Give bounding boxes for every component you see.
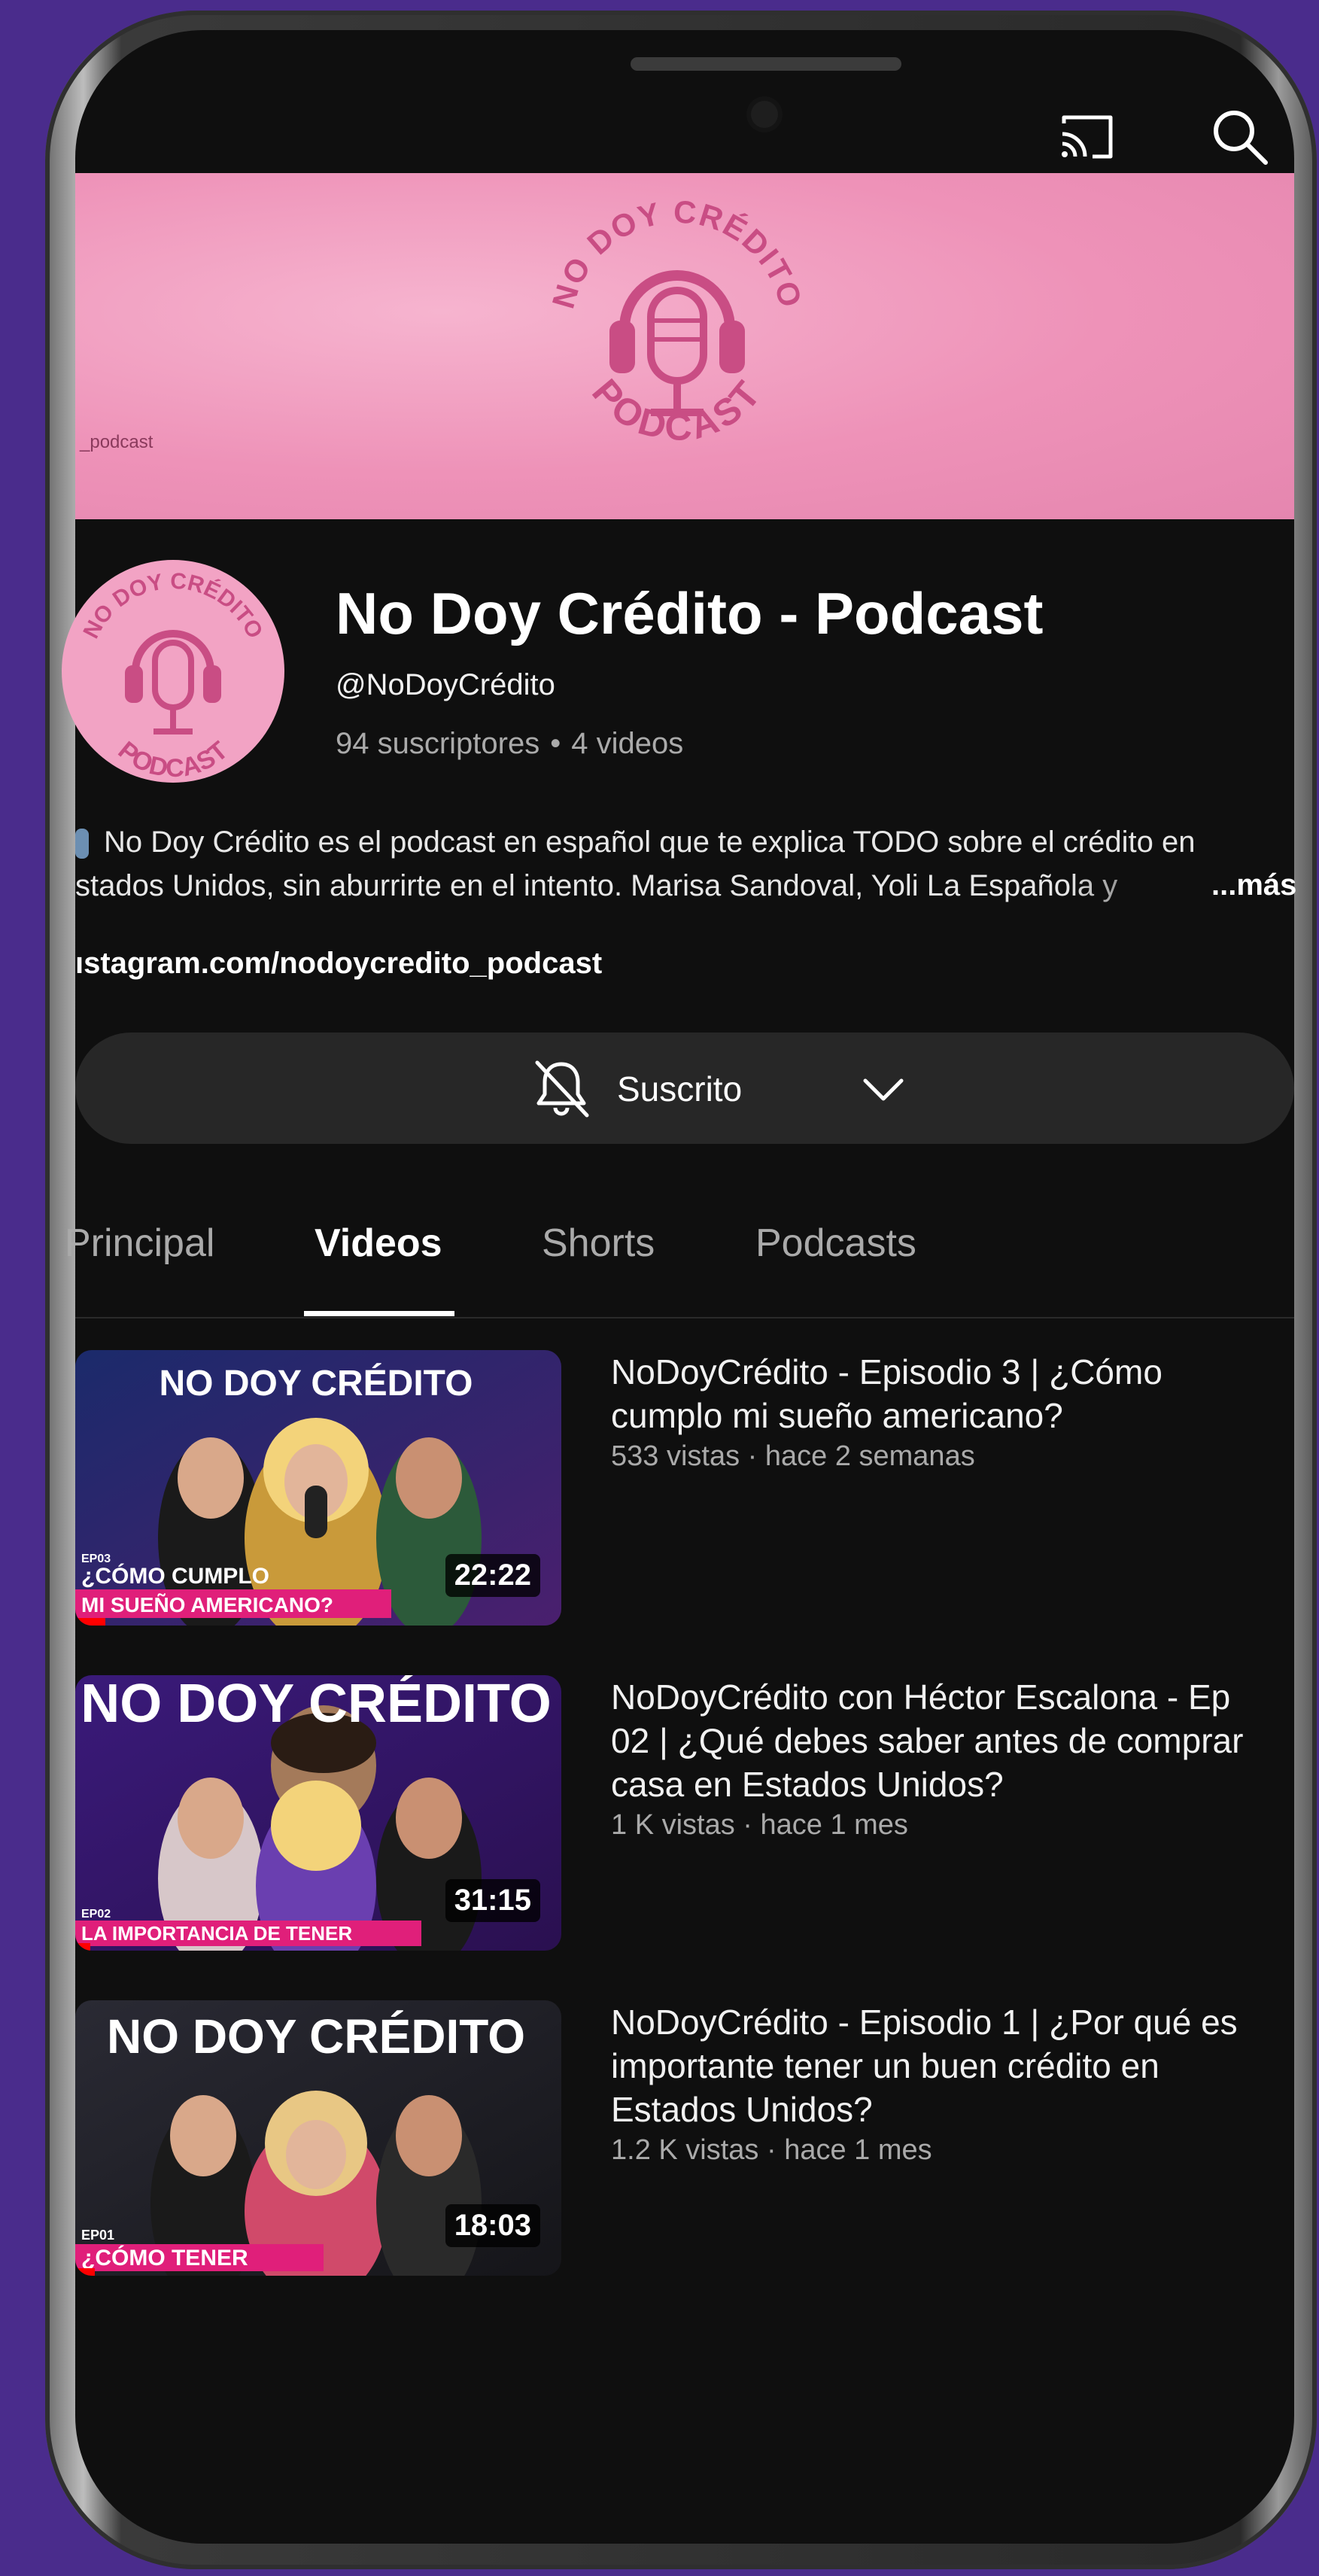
video-duration: 18:03 xyxy=(445,2204,540,2247)
channel-name: No Doy Crédito - Podcast xyxy=(336,580,1044,646)
speaker-grille xyxy=(631,57,901,71)
description-line-2: stados Unidos, sin aburrirte en el inten… xyxy=(75,869,1118,902)
video-count: 4 videos xyxy=(571,727,684,760)
video-info[interactable]: NoDoyCrédito con Héctor Escalona - Ep 02… xyxy=(611,1675,1273,1844)
microphone-emoji-icon xyxy=(75,829,89,859)
video-title: NoDoyCrédito - Episodio 1 | ¿Por qué es … xyxy=(611,2003,1238,2129)
description-more-link[interactable]: ...más xyxy=(1211,868,1296,902)
subscriber-count: 94 suscriptores xyxy=(336,727,540,760)
banner-podcast-logo: NO DOY CRÉDITO PODCAST xyxy=(546,193,810,449)
channel-avatar[interactable]: NO DOY CRÉDITO PODCAST xyxy=(60,558,286,784)
watch-progress-bar xyxy=(75,1943,90,1951)
watch-progress-bar xyxy=(75,1618,105,1626)
video-list-item[interactable]: NO DOY CRÉDITO EP01 ¿CÓMO TENER 18:03 No… xyxy=(75,2000,1294,2279)
thumbnail-banner-text: NO DOY CRÉDITO xyxy=(160,1363,473,1404)
channel-tabs: Principal Videos Shorts Podcasts xyxy=(65,1212,1294,1318)
video-thumbnail[interactable]: NO DOY CRÉDITO EP03 ¿CÓMO CUMPLO MI SUEÑ… xyxy=(75,1350,561,1626)
thumbnail-episode: EP02 xyxy=(81,1908,111,1921)
thumbnail-caption-2: MI SUEÑO AMERICANO? xyxy=(81,1593,333,1616)
tab-shorts[interactable]: Shorts xyxy=(542,1221,655,1266)
cast-icon[interactable] xyxy=(1050,101,1123,173)
thumbnail-episode: EP01 xyxy=(81,2228,114,2243)
video-duration: 22:22 xyxy=(445,1554,540,1597)
watch-progress-bar xyxy=(75,2268,95,2276)
channel-external-link[interactable]: ıstagram.com/nodoycredito_podcast xyxy=(75,947,602,981)
banner-logo-top-text: NO DOY CRÉDITO xyxy=(546,193,808,312)
video-meta: 1.2 K vistas · hace 1 mes xyxy=(611,2134,932,2166)
video-info[interactable]: NoDoyCrédito - Episodio 1 | ¿Por qué es … xyxy=(611,2000,1273,2169)
thumbnail-banner-text: NO DOY CRÉDITO xyxy=(107,2009,525,2064)
thumbnail-banner-text: NO DOY CRÉDITO xyxy=(81,1675,551,1734)
subscribed-label: Suscrito xyxy=(617,1069,743,1109)
tab-podcasts[interactable]: Podcasts xyxy=(755,1221,916,1266)
bell-off-icon xyxy=(535,1060,589,1118)
video-duration: 31:15 xyxy=(445,1879,540,1922)
video-meta: 533 vistas · hace 2 semanas xyxy=(611,1440,975,1472)
tab-videos[interactable]: Videos xyxy=(315,1221,442,1266)
active-tab-indicator xyxy=(304,1311,454,1316)
video-title: NoDoyCrédito - Episodio 3 | ¿Cómo cumplo… xyxy=(611,1352,1162,1435)
search-icon[interactable] xyxy=(1204,101,1276,173)
video-list-item[interactable]: NO DOY CRÉDITO EP02 LA IMPORTANCIA DE TE… xyxy=(75,1675,1294,1954)
description-line-1: No Doy Crédito es el podcast en español … xyxy=(75,820,1294,864)
channel-description[interactable]: No Doy Crédito es el podcast en español … xyxy=(75,820,1294,908)
video-title: NoDoyCrédito con Héctor Escalona - Ep 02… xyxy=(611,1677,1244,1804)
chevron-down-icon xyxy=(863,1078,904,1101)
channel-stats: 94 suscriptores • 4 videos xyxy=(336,727,683,761)
banner-side-text: _podcast xyxy=(80,432,153,452)
channel-handle: @NoDoyCrédito xyxy=(336,668,555,701)
video-info[interactable]: NoDoyCrédito - Episodio 3 | ¿Cómo cumplo… xyxy=(611,1350,1273,1475)
stats-separator: • xyxy=(550,727,561,760)
svg-text:NO DOY CRÉDITO: NO DOY CRÉDITO xyxy=(546,193,810,312)
thumbnail-caption: LA IMPORTANCIA DE TENER xyxy=(81,1922,352,1945)
tab-principal[interactable]: Principal xyxy=(65,1221,214,1266)
subscribed-button[interactable]: Suscrito xyxy=(75,1033,1294,1144)
video-thumbnail[interactable]: NO DOY CRÉDITO EP01 ¿CÓMO TENER 18:03 xyxy=(75,2000,561,2276)
front-camera xyxy=(751,101,778,128)
video-meta: 1 K vistas · hace 1 mes xyxy=(611,1809,908,1841)
thumbnail-caption: ¿CÓMO CUMPLO xyxy=(81,1563,269,1589)
video-thumbnail[interactable]: NO DOY CRÉDITO EP02 LA IMPORTANCIA DE TE… xyxy=(75,1675,561,1951)
thumbnail-caption: ¿CÓMO TENER xyxy=(81,2245,248,2270)
video-list-item[interactable]: NO DOY CRÉDITO EP03 ¿CÓMO CUMPLO MI SUEÑ… xyxy=(75,1350,1294,1629)
